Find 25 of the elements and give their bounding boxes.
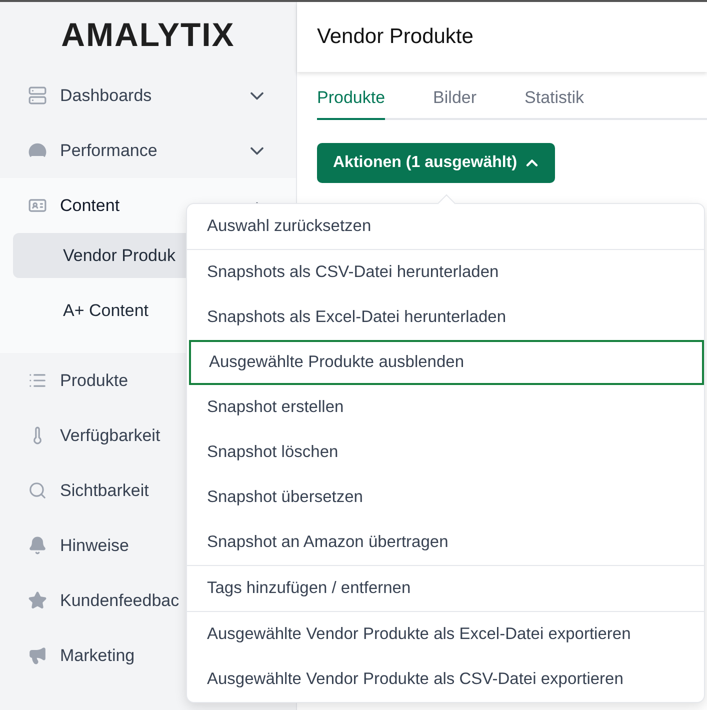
megaphone-icon (28, 646, 47, 665)
menu-item[interactable]: Snapshot löschen (187, 430, 704, 475)
menu-item[interactable]: Snapshot übersetzen (187, 475, 704, 520)
gauge-icon (28, 141, 47, 160)
tab[interactable]: Bilder (433, 82, 477, 120)
actions-button[interactable]: Aktionen (1 ausgewählt) (317, 143, 556, 183)
search-icon (28, 481, 47, 500)
menu-item[interactable]: Ausgewählte Vendor Produkte als Excel-Datei exportieren (187, 612, 704, 657)
list-icon (28, 371, 47, 390)
menu-item[interactable]: Ausgewählte Vendor Produkte als CSV-Datei exportieren (187, 657, 704, 702)
tab[interactable]: Produkte (317, 82, 386, 120)
server-icon (28, 86, 47, 105)
menu-item[interactable]: Snapshot an Amazon übertragen (187, 520, 704, 565)
sidebar-item[interactable]: Dashboards (0, 68, 296, 123)
bell-icon (28, 536, 47, 555)
star-icon (28, 591, 47, 610)
id-card-icon (28, 196, 47, 215)
logo: AMALYTIX (61, 15, 235, 55)
page-title: Vendor Produkte (317, 25, 474, 49)
sidebar-item[interactable]: Performance (0, 123, 296, 178)
menu-item[interactable]: Tags hinzufügen / entfernen (187, 566, 704, 611)
tab[interactable]: Statistik (524, 82, 584, 120)
menu-item[interactable]: Snapshot erstellen (187, 385, 704, 430)
menu-item[interactable]: Snapshots als Excel-Datei herunterladen (187, 295, 704, 340)
menu-item[interactable]: Ausgewählte Produkte ausblenden (189, 340, 704, 385)
